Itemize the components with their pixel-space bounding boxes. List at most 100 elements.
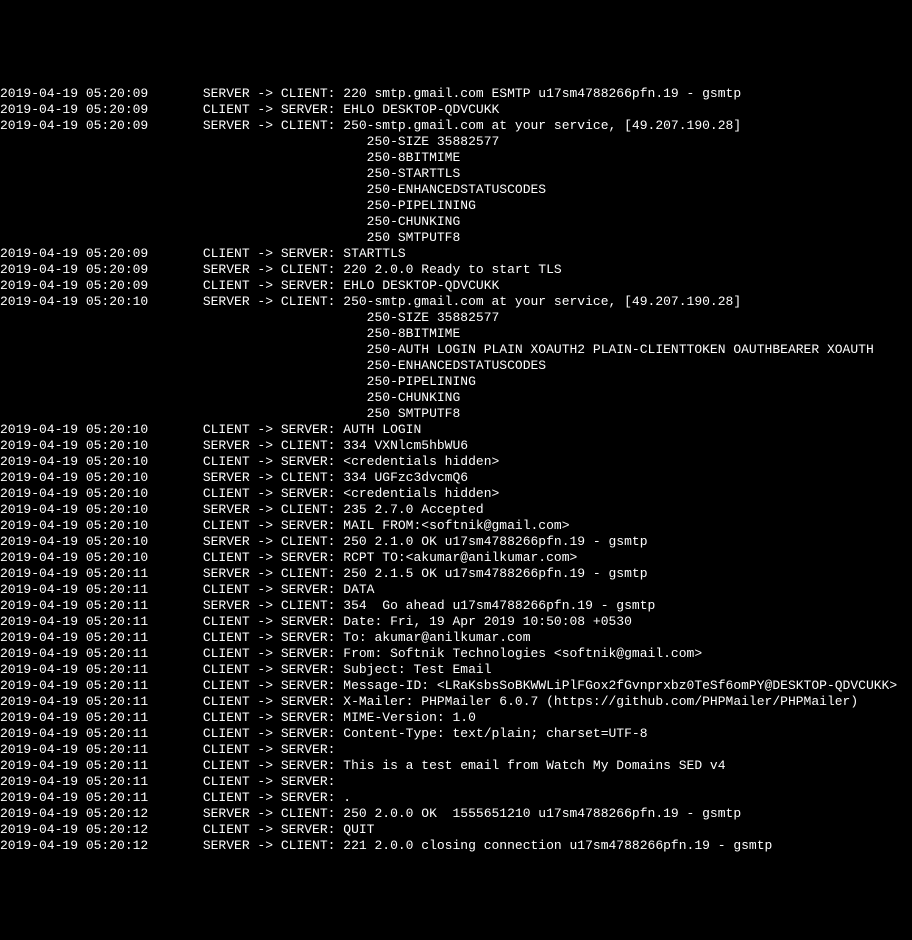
log-message: 250-CHUNKING xyxy=(367,390,461,405)
log-timestamp: 2019-04-19 05:20:12 xyxy=(0,822,148,838)
log-message: 250 SMTPUTF8 xyxy=(367,406,461,421)
log-direction: SERVER -> CLIENT: xyxy=(203,86,343,102)
log-message: QUIT xyxy=(343,822,374,837)
log-direction: SERVER -> CLIENT: xyxy=(203,438,343,454)
log-message: To: akumar@anilkumar.com xyxy=(343,630,530,645)
log-direction: CLIENT -> SERVER: xyxy=(203,454,343,470)
log-timestamp: 2019-04-19 05:20:11 xyxy=(0,614,148,630)
log-message: AUTH LOGIN xyxy=(343,422,421,437)
log-continuation-line: 250-SIZE 35882577 xyxy=(0,134,912,150)
log-timestamp: 2019-04-19 05:20:11 xyxy=(0,678,148,694)
log-continuation-line: 250-SIZE 35882577 xyxy=(0,310,912,326)
log-line: 2019-04-19 05:20:09 CLIENT -> SERVER: ST… xyxy=(0,246,912,262)
log-message: Date: Fri, 19 Apr 2019 10:50:08 +0530 xyxy=(343,614,632,629)
log-continuation-line: 250-CHUNKING xyxy=(0,214,912,230)
log-message: 250-PIPELINING xyxy=(367,198,476,213)
log-timestamp: 2019-04-19 05:20:11 xyxy=(0,694,148,710)
log-message: <credentials hidden> xyxy=(343,454,499,469)
log-direction: SERVER -> CLIENT: xyxy=(203,806,343,822)
log-line: 2019-04-19 05:20:10 SERVER -> CLIENT: 25… xyxy=(0,534,912,550)
log-direction: CLIENT -> SERVER: xyxy=(203,774,343,790)
log-message: 250-smtp.gmail.com at your service, [49.… xyxy=(343,294,741,309)
log-line: 2019-04-19 05:20:09 SERVER -> CLIENT: 25… xyxy=(0,118,912,134)
log-line: 2019-04-19 05:20:10 SERVER -> CLIENT: 25… xyxy=(0,294,912,310)
log-timestamp: 2019-04-19 05:20:10 xyxy=(0,502,148,518)
log-line: 2019-04-19 05:20:09 SERVER -> CLIENT: 22… xyxy=(0,86,912,102)
log-message: 221 2.0.0 closing connection u17sm478826… xyxy=(343,838,772,853)
log-timestamp: 2019-04-19 05:20:11 xyxy=(0,710,148,726)
log-line: 2019-04-19 05:20:11 CLIENT -> SERVER: Fr… xyxy=(0,646,912,662)
log-message: Content-Type: text/plain; charset=UTF-8 xyxy=(343,726,647,741)
log-timestamp: 2019-04-19 05:20:10 xyxy=(0,486,148,502)
log-continuation-line: 250 SMTPUTF8 xyxy=(0,406,912,422)
log-direction: CLIENT -> SERVER: xyxy=(203,518,343,534)
log-message: 220 smtp.gmail.com ESMTP u17sm4788266pfn… xyxy=(343,86,741,101)
log-timestamp: 2019-04-19 05:20:09 xyxy=(0,262,148,278)
log-message: 250 2.1.0 OK u17sm4788266pfn.19 - gsmtp xyxy=(343,534,647,549)
log-timestamp: 2019-04-19 05:20:11 xyxy=(0,662,148,678)
log-message: . xyxy=(343,790,351,805)
log-direction: CLIENT -> SERVER: xyxy=(203,614,343,630)
log-continuation-line: 250-ENHANCEDSTATUSCODES xyxy=(0,182,912,198)
log-line: 2019-04-19 05:20:09 SERVER -> CLIENT: 22… xyxy=(0,262,912,278)
log-message: 250 2.1.5 OK u17sm4788266pfn.19 - gsmtp xyxy=(343,566,647,581)
log-direction: SERVER -> CLIENT: xyxy=(203,470,343,486)
log-direction: CLIENT -> SERVER: xyxy=(203,662,343,678)
log-continuation-line: 250-ENHANCEDSTATUSCODES xyxy=(0,358,912,374)
log-continuation-line: 250-8BITMIME xyxy=(0,326,912,342)
log-timestamp: 2019-04-19 05:20:10 xyxy=(0,294,148,310)
log-message: From: Softnik Technologies <softnik@gmai… xyxy=(343,646,702,661)
log-line: 2019-04-19 05:20:10 CLIENT -> SERVER: RC… xyxy=(0,550,912,566)
log-timestamp: 2019-04-19 05:20:11 xyxy=(0,758,148,774)
log-message: This is a test email from Watch My Domai… xyxy=(343,758,725,773)
log-timestamp: 2019-04-19 05:20:09 xyxy=(0,246,148,262)
log-direction: SERVER -> CLIENT: xyxy=(203,294,343,310)
log-line: 2019-04-19 05:20:10 SERVER -> CLIENT: 33… xyxy=(0,470,912,486)
log-line: 2019-04-19 05:20:11 SERVER -> CLIENT: 35… xyxy=(0,598,912,614)
log-message: 250-ENHANCEDSTATUSCODES xyxy=(367,182,546,197)
log-message: 250-SIZE 35882577 xyxy=(367,134,500,149)
log-timestamp: 2019-04-19 05:20:11 xyxy=(0,646,148,662)
log-line: 2019-04-19 05:20:10 SERVER -> CLIENT: 23… xyxy=(0,502,912,518)
log-direction: CLIENT -> SERVER: xyxy=(203,646,343,662)
log-direction: CLIENT -> SERVER: xyxy=(203,742,343,758)
log-message: Subject: Test Email xyxy=(343,662,491,677)
log-direction: CLIENT -> SERVER: xyxy=(203,630,343,646)
log-line: 2019-04-19 05:20:10 CLIENT -> SERVER: MA… xyxy=(0,518,912,534)
log-timestamp: 2019-04-19 05:20:11 xyxy=(0,742,148,758)
log-direction: CLIENT -> SERVER: xyxy=(203,710,343,726)
log-line: 2019-04-19 05:20:11 CLIENT -> SERVER: X-… xyxy=(0,694,912,710)
log-direction: CLIENT -> SERVER: xyxy=(203,790,343,806)
log-message: DATA xyxy=(343,582,374,597)
log-continuation-line: 250-CHUNKING xyxy=(0,390,912,406)
log-direction: SERVER -> CLIENT: xyxy=(203,534,343,550)
log-message: MAIL FROM:<softnik@gmail.com> xyxy=(343,518,569,533)
log-direction: SERVER -> CLIENT: xyxy=(203,502,343,518)
log-timestamp: 2019-04-19 05:20:11 xyxy=(0,774,148,790)
log-line: 2019-04-19 05:20:11 CLIENT -> SERVER: . xyxy=(0,790,912,806)
log-message: EHLO DESKTOP-QDVCUKK xyxy=(343,102,499,117)
log-line: 2019-04-19 05:20:11 CLIENT -> SERVER: DA… xyxy=(0,582,912,598)
log-message: RCPT TO:<akumar@anilkumar.com> xyxy=(343,550,577,565)
log-direction: SERVER -> CLIENT: xyxy=(203,838,343,854)
log-line: 2019-04-19 05:20:11 CLIENT -> SERVER: MI… xyxy=(0,710,912,726)
log-timestamp: 2019-04-19 05:20:10 xyxy=(0,470,148,486)
log-direction: SERVER -> CLIENT: xyxy=(203,118,343,134)
log-direction: SERVER -> CLIENT: xyxy=(203,566,343,582)
log-timestamp: 2019-04-19 05:20:10 xyxy=(0,454,148,470)
log-direction: SERVER -> CLIENT: xyxy=(203,598,343,614)
log-timestamp: 2019-04-19 05:20:12 xyxy=(0,806,148,822)
log-timestamp: 2019-04-19 05:20:11 xyxy=(0,726,148,742)
log-direction: CLIENT -> SERVER: xyxy=(203,278,343,294)
log-timestamp: 2019-04-19 05:20:10 xyxy=(0,422,148,438)
log-timestamp: 2019-04-19 05:20:11 xyxy=(0,598,148,614)
log-direction: CLIENT -> SERVER: xyxy=(203,246,343,262)
log-direction: CLIENT -> SERVER: xyxy=(203,694,343,710)
log-message: 250-8BITMIME xyxy=(367,150,461,165)
log-message: 334 UGFzc3dvcmQ6 xyxy=(343,470,468,485)
log-line: 2019-04-19 05:20:12 SERVER -> CLIENT: 25… xyxy=(0,806,912,822)
log-continuation-line: 250-STARTTLS xyxy=(0,166,912,182)
log-direction: SERVER -> CLIENT: xyxy=(203,262,343,278)
log-line: 2019-04-19 05:20:11 CLIENT -> SERVER: xyxy=(0,774,912,790)
log-timestamp: 2019-04-19 05:20:11 xyxy=(0,630,148,646)
